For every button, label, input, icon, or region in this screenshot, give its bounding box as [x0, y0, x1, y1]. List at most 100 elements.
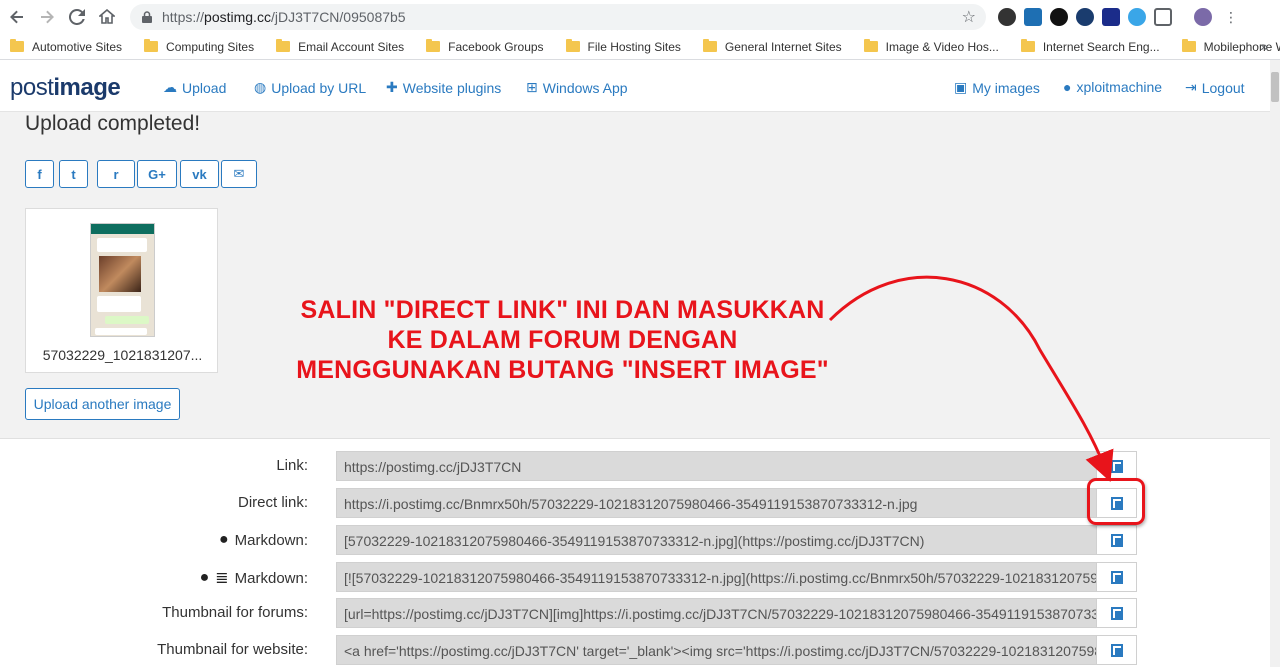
thumbnail-forums-row: Thumbnail for forums: [url=https://posti…: [0, 597, 1270, 629]
folder-icon: [276, 39, 291, 52]
bookmarks-more-icon[interactable]: »: [1260, 38, 1268, 54]
thumbnail-forums-label: Thumbnail for forums:: [162, 604, 308, 621]
envelope-icon: ✉: [233, 166, 245, 181]
thumbnail-header: [91, 224, 154, 234]
nav-my-images[interactable]: ▣ My images: [954, 79, 1040, 96]
bookmark-star-icon[interactable]: ☆: [962, 7, 976, 27]
direct-link-field[interactable]: https://i.postimg.cc/Bnmrx50h/57032229-1…: [336, 488, 1096, 518]
direct-link-label: Direct link:: [237, 494, 308, 511]
reader-icon[interactable]: [1154, 8, 1172, 26]
reddit-icon: ●: [218, 531, 229, 548]
copy-button[interactable]: [1096, 525, 1137, 555]
logout-icon: ⇥: [1185, 79, 1197, 95]
link-row: Link: https://postimg.cc/jDJ3T7CN: [0, 450, 1270, 482]
links-section: Link: https://postimg.cc/jDJ3T7CN Direct…: [0, 438, 1270, 667]
bookmark-folder[interactable]: File Hosting Sites: [565, 39, 681, 54]
user-icon: ●: [1063, 79, 1072, 95]
back-icon[interactable]: [2, 2, 32, 32]
bookmark-folder[interactable]: General Internet Sites: [702, 39, 842, 54]
folder-icon: [1020, 39, 1035, 52]
folder-icon: [1181, 39, 1196, 52]
bookmark-folder[interactable]: Automotive Sites: [10, 39, 122, 54]
share-reddit-button[interactable]: r: [97, 160, 135, 188]
reddit-icon: r: [113, 166, 119, 182]
scrollbar-thumb[interactable]: [1271, 72, 1279, 102]
copy-icon: [1110, 459, 1123, 473]
copy-button[interactable]: [1096, 598, 1137, 628]
markdown-github-label: ● ≣ Markdown:: [199, 569, 308, 587]
folder-icon: [10, 39, 24, 52]
markdown-reddit-field[interactable]: [57032229-10218312075980466-354911915387…: [336, 525, 1096, 555]
site-header: postimage ☁ Upload ◍ Upload by URL ✚ Websit…: [0, 60, 1270, 112]
thumbnail-message: [97, 296, 141, 312]
share-vk-button[interactable]: vk: [180, 160, 219, 188]
menu-icon[interactable]: ⋮: [1224, 8, 1238, 26]
extension-icon[interactable]: [998, 8, 1016, 26]
image-icon: ▣: [954, 79, 968, 95]
stackoverflow-icon: ≣: [215, 570, 229, 587]
windows-icon: ⊞: [526, 79, 538, 95]
uploaded-image-thumbnail[interactable]: [90, 223, 155, 337]
upload-another-image-button[interactable]: Upload another image: [25, 388, 180, 420]
address-bar[interactable]: https://postimg.cc/jDJ3T7CN/095087b5 ☆: [130, 4, 986, 30]
thumbnail-input: [95, 328, 147, 335]
extension-icon[interactable]: [1076, 8, 1094, 26]
link-field[interactable]: https://postimg.cc/jDJ3T7CN: [336, 451, 1096, 481]
copy-button[interactable]: [1096, 451, 1137, 481]
globe-icon: ◍: [254, 79, 267, 95]
folder-icon: [702, 39, 717, 52]
extensions-area: ⋮: [998, 6, 1238, 28]
page-scrollbar[interactable]: [1270, 60, 1280, 667]
folder-icon: [144, 39, 159, 52]
extension-icon[interactable]: [1102, 8, 1120, 26]
reload-icon[interactable]: [62, 2, 92, 32]
nav-upload-by-url[interactable]: ◍ Upload by URL: [254, 79, 366, 96]
thumbnail-message: [97, 238, 147, 252]
bookmark-folder[interactable]: Image & Video Hos...: [863, 39, 999, 54]
extension-icon[interactable]: [1050, 8, 1068, 26]
bookmark-folder[interactable]: Email Account Sites: [276, 39, 404, 54]
thumbnail-message: [105, 316, 149, 324]
forward-icon[interactable]: [32, 2, 62, 32]
share-googleplus-button[interactable]: G+: [137, 160, 177, 188]
puzzle-icon: ✚: [386, 79, 398, 95]
nav-website-plugins[interactable]: ✚ Website plugins: [386, 79, 501, 96]
markdown-github-field[interactable]: [![57032229-10218312075980466-3549119153…: [336, 562, 1096, 592]
bookmark-folder[interactable]: Computing Sites: [144, 39, 254, 54]
avatar[interactable]: [1194, 8, 1212, 26]
nav-user[interactable]: ● xploitmachine: [1063, 79, 1162, 95]
folder-icon: [426, 39, 441, 52]
thumbnail-website-label: Thumbnail for website:: [157, 641, 308, 658]
twitter-icon: t: [71, 166, 76, 182]
thumbnail-forums-field[interactable]: [url=https://postimg.cc/jDJ3T7CN][img]ht…: [336, 598, 1096, 628]
nav-upload[interactable]: ☁ Upload: [163, 79, 226, 96]
upload-result-panel: Upload completed! f t r G+ vk ✉ 57032229…: [0, 112, 1270, 438]
folder-icon: [565, 39, 580, 52]
markdown-reddit-label: ● Markdown:: [218, 531, 308, 549]
uploaded-image-card[interactable]: 57032229_1021831207...: [25, 208, 218, 373]
vk-icon: vk: [192, 166, 207, 182]
copy-button[interactable]: [1096, 635, 1137, 665]
share-facebook-button[interactable]: f: [25, 160, 54, 188]
copy-icon: [1110, 643, 1123, 657]
link-label: Link:: [276, 457, 308, 474]
nav-windows-app[interactable]: ⊞ Windows App: [526, 79, 628, 96]
share-twitter-button[interactable]: t: [59, 160, 88, 188]
share-email-button[interactable]: ✉: [221, 160, 257, 188]
copy-icon: [1110, 533, 1123, 547]
cloud-upload-icon: ☁: [163, 79, 177, 95]
copy-button[interactable]: [1096, 562, 1137, 592]
address-url: https://postimg.cc/jDJ3T7CN/095087b5: [162, 9, 406, 25]
home-icon[interactable]: [92, 2, 122, 32]
extension-icon[interactable]: [1128, 8, 1146, 26]
uploaded-image-filename: 57032229_1021831207...: [42, 347, 203, 363]
bookmark-folder[interactable]: Internet Search Eng...: [1020, 39, 1160, 54]
markdown-github-row: ● ≣ Markdown: [![57032229-1021831207598046…: [0, 561, 1270, 593]
postimage-logo[interactable]: postimage: [10, 74, 121, 102]
thumbnail-website-field[interactable]: <a href='https://postimg.cc/jDJ3T7CN' ta…: [336, 635, 1096, 665]
browser-toolbar: https://postimg.cc/jDJ3T7CN/095087b5 ☆ ⋮: [0, 0, 1280, 34]
nav-logout[interactable]: ⇥ Logout: [1185, 79, 1245, 96]
page-title: Upload completed!: [25, 112, 201, 135]
extension-icon[interactable]: [1024, 8, 1042, 26]
bookmark-folder[interactable]: Facebook Groups: [426, 39, 544, 54]
